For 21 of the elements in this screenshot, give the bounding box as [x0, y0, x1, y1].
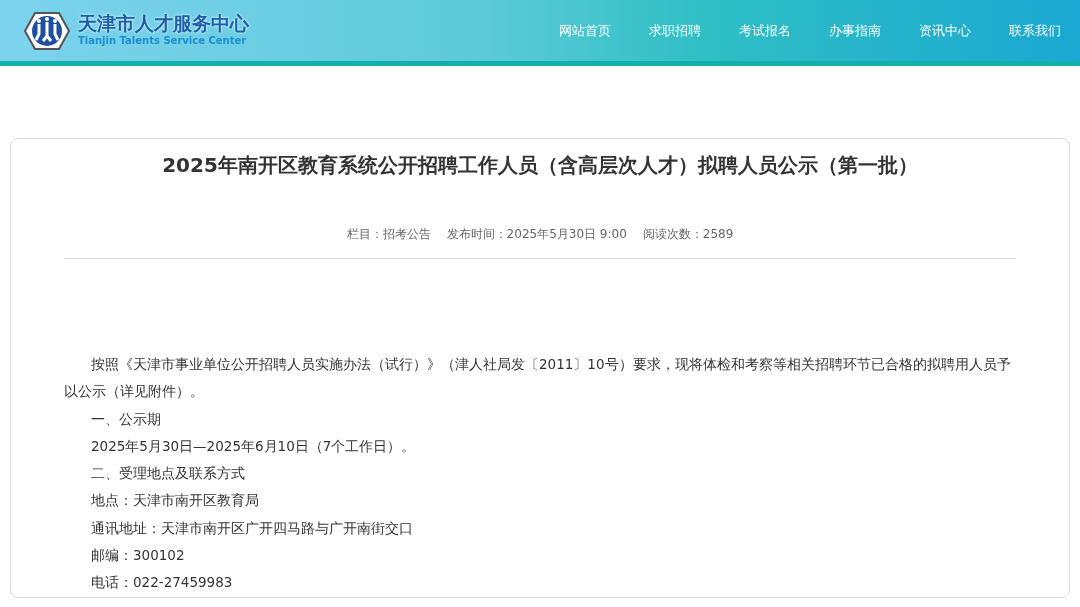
- meta-info: 栏目：招考公告: [346, 226, 431, 243]
- nav-link[interactable]: 考试报名: [720, 20, 810, 41]
- paragraph: 地点：天津市南开区教育局: [90, 491, 260, 511]
- paragraph: 二、受理地点及联系方式: [90, 464, 246, 484]
- meta-info: 发布时间：2025年5月30日 9:00: [446, 226, 627, 243]
- nav-link[interactable]: 联系我们: [990, 20, 1080, 41]
- paragraph: 一、公示期: [90, 409, 162, 429]
- nav-link[interactable]: 网站首页: [540, 20, 630, 41]
- paragraph: 通讯地址：天津市南开区广开四马路与广开南街交口: [90, 518, 414, 538]
- paragraph: 2025年5月30日—2025年6月10日（7个工作日）。: [90, 436, 417, 456]
- site-title: 天津市人才服务中心: [78, 12, 249, 34]
- meta-info: 阅读次数：2589: [642, 226, 734, 243]
- nav-link[interactable]: 资讯中心: [900, 20, 990, 41]
- paragraph: 按照《天津市事业单位公开招聘人员实施办法（试行）》（津人社局发〔2011〕10号）要求，现将体检和考察等相关招聘环节已合格的拟聘用人员予以公示（详见附件）。: [64, 355, 1012, 402]
- article-title: 2025年南开区教育系统公开招聘工作人员（含高层次人才）拟聘人员公示（第一批）: [161, 153, 919, 177]
- nav-link[interactable]: 办事指南: [810, 20, 900, 41]
- logo-icon: [24, 11, 70, 50]
- paragraph: 邮编：300102: [90, 546, 186, 566]
- paragraph: 电话：022-27459983: [90, 573, 234, 593]
- site-subtitle: Tianjin Talents Service Center: [78, 34, 248, 49]
- nav-link[interactable]: 求职招聘: [630, 20, 720, 41]
